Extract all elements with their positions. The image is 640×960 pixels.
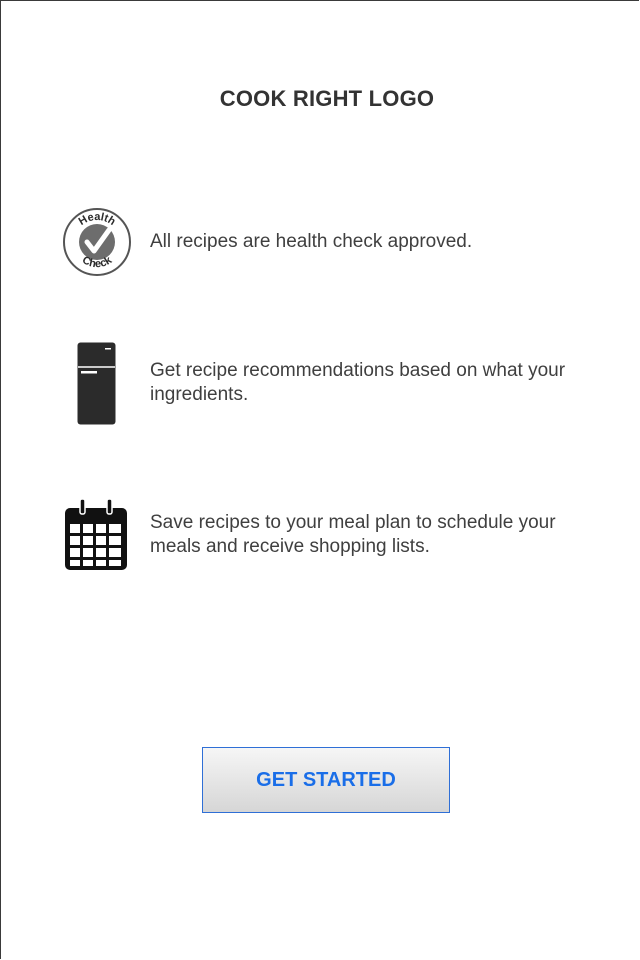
screen-frame <box>0 0 639 959</box>
fridge-icon <box>77 342 116 425</box>
app-logo: COOK RIGHT LOGO <box>219 86 435 111</box>
feature-text: Get recipe recommendations based on what… <box>150 360 566 405</box>
feature-text: All recipes are health check approved. <box>150 231 473 252</box>
health-check-icon: Health Check <box>63 208 131 276</box>
feature-text: Save recipes to your meal plan to schedu… <box>150 512 556 557</box>
calendar-icon <box>65 498 127 570</box>
get-started-button[interactable]: GET STARTED <box>202 747 450 813</box>
